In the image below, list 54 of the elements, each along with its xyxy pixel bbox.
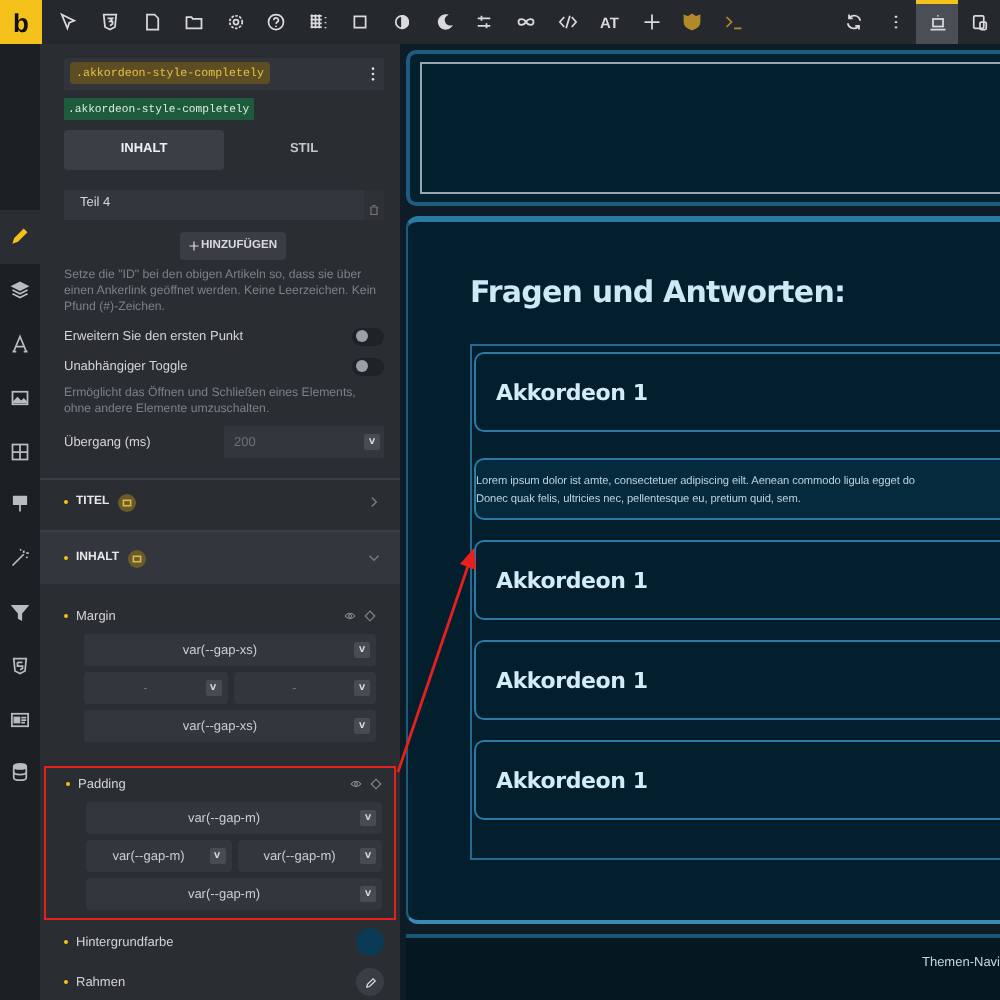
- edit-button[interactable]: [356, 968, 384, 997]
- page-icon: [141, 12, 162, 32]
- chevron-right-icon: [368, 496, 380, 509]
- square-icon: [349, 12, 370, 32]
- accordion-header[interactable]: Akkordeon 1: [474, 352, 1000, 432]
- accordion-header[interactable]: Akkordeon 1: [474, 740, 1000, 820]
- kebab-icon[interactable]: [370, 65, 376, 82]
- layers-icon: [10, 280, 30, 301]
- trash-icon: [368, 203, 380, 216]
- id-card-icon: [10, 709, 30, 730]
- folder-icon: [183, 12, 204, 32]
- terminal-icon: [724, 12, 745, 32]
- refresh-icon: [844, 12, 865, 32]
- laptop-icon: [927, 14, 948, 34]
- moon-icon: [433, 12, 454, 32]
- contrast-icon: [391, 12, 412, 32]
- badge-icon: [117, 493, 136, 512]
- logo[interactable]: b: [0, 0, 42, 44]
- tablet-icon: [969, 12, 990, 32]
- infinity-icon: [516, 12, 537, 32]
- pencil-icon: [10, 226, 30, 247]
- plus-icon: [187, 239, 199, 252]
- code-icon: [557, 12, 578, 32]
- toggle-switch[interactable]: [352, 327, 384, 346]
- eye-icon[interactable]: [344, 610, 356, 623]
- color-swatch[interactable]: [356, 928, 384, 957]
- help-icon: [266, 12, 287, 32]
- sliders-icon: [474, 12, 495, 32]
- diamond-icon[interactable]: [364, 610, 376, 623]
- eye-icon[interactable]: [350, 778, 362, 791]
- diamond-icon[interactable]: [370, 778, 382, 791]
- accordion-header[interactable]: Akkordeon 1: [474, 540, 1000, 620]
- pencil-icon: [363, 975, 377, 990]
- sidebar-button[interactable]: [0, 210, 40, 264]
- cursor-icon: [58, 12, 79, 32]
- shield-icon: [10, 655, 30, 676]
- database-icon: [10, 762, 30, 783]
- grid-icon: [308, 12, 329, 32]
- section-heading: Fragen und Antworten:: [470, 274, 848, 310]
- shield-icon: [682, 12, 703, 32]
- brush-icon: [10, 494, 30, 515]
- filter-icon: [10, 601, 30, 622]
- plus-icon: [641, 12, 662, 32]
- image-icon: [10, 387, 30, 408]
- font-icon: [10, 333, 30, 354]
- settings-icon: [225, 12, 246, 32]
- toolbar-button[interactable]: [916, 0, 959, 44]
- toggle-switch[interactable]: [352, 357, 384, 376]
- layout-grid-icon: [10, 441, 30, 462]
- magic-wand-icon: [10, 548, 30, 569]
- badge-icon: [127, 549, 146, 568]
- chevron-down-icon: [368, 552, 380, 565]
- accordion-header[interactable]: Akkordeon 1: [474, 640, 1000, 720]
- shield-icon: [100, 12, 121, 32]
